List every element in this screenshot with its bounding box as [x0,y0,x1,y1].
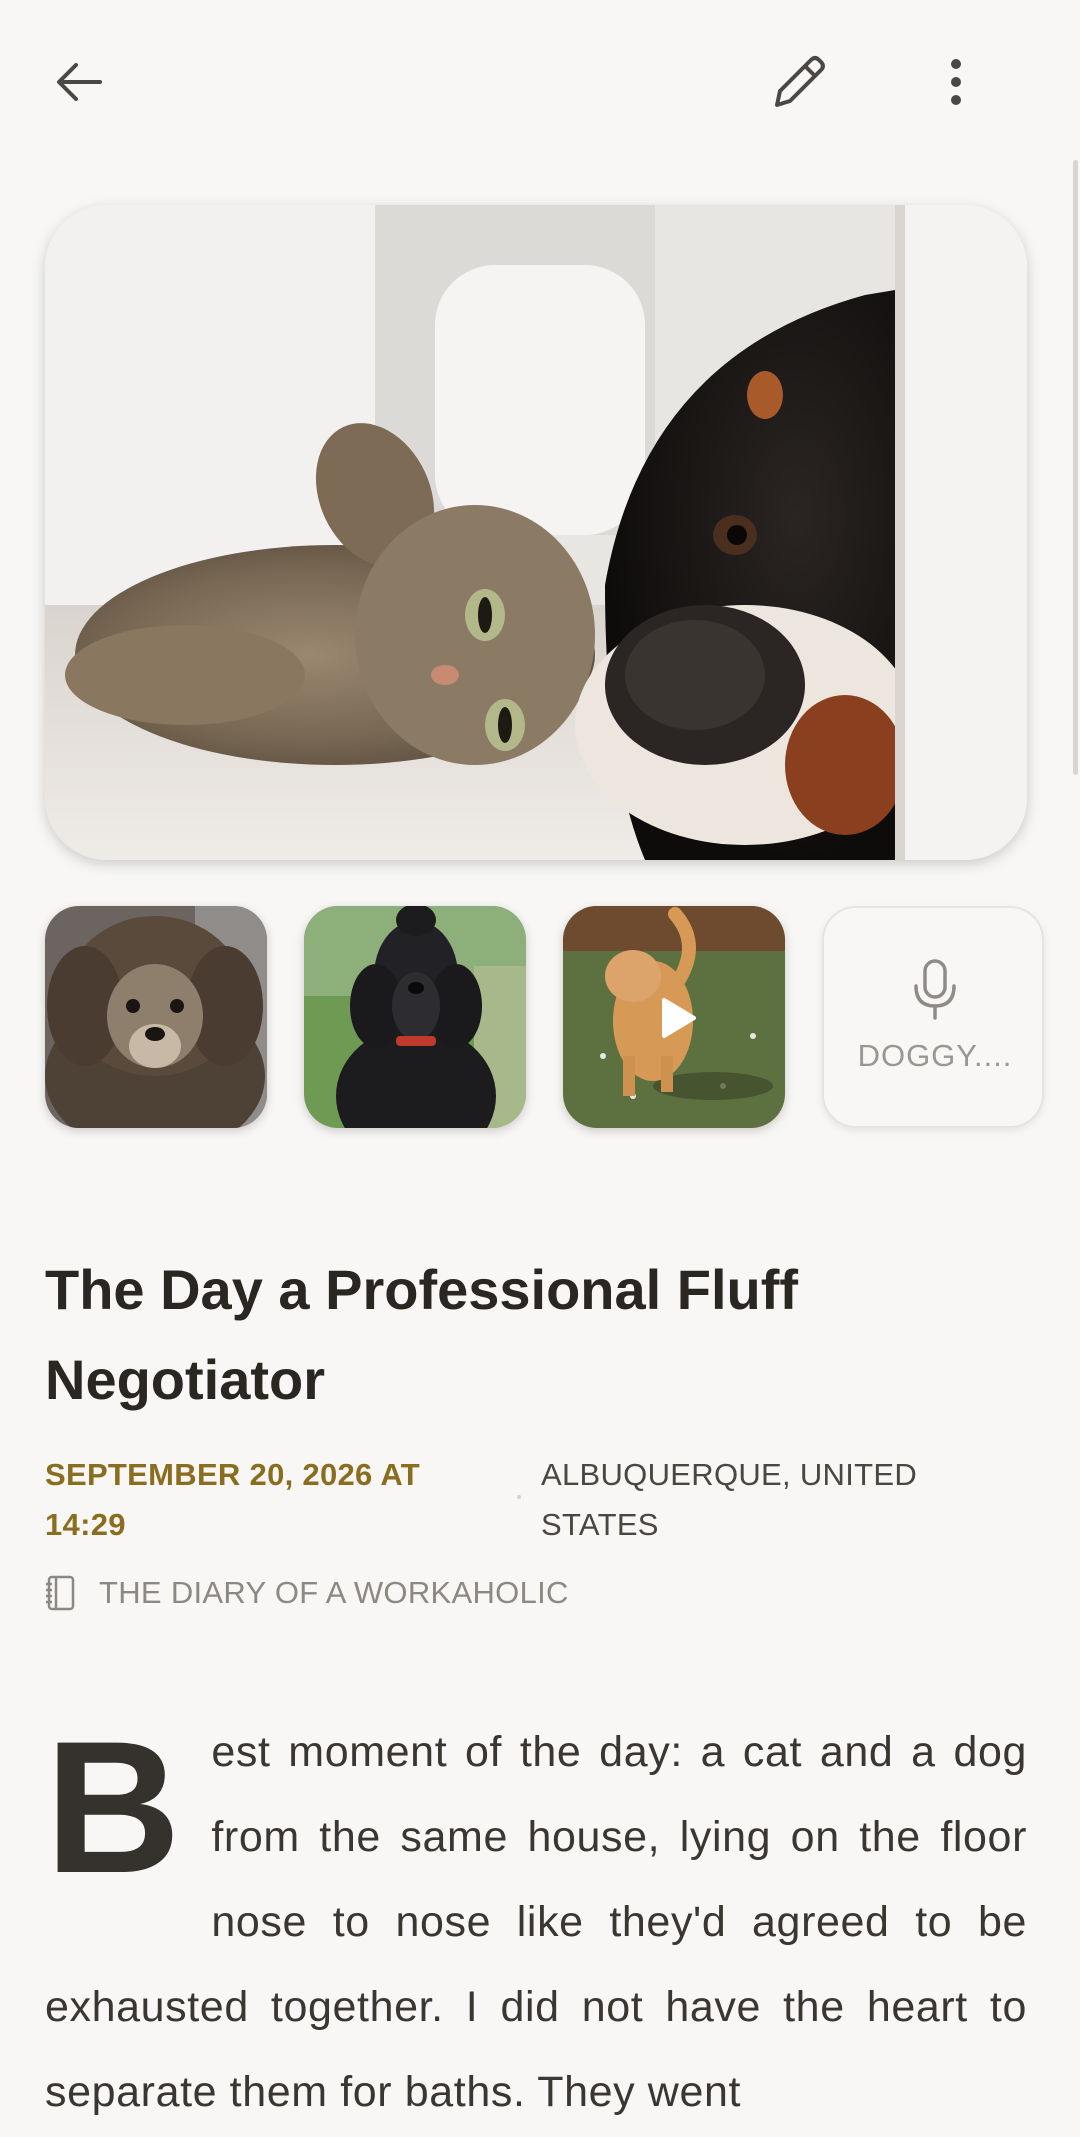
entry-body-text: est moment of the day: a cat and a dog f… [45,1728,1027,2116]
meta-separator [517,1495,521,1499]
drop-cap: B [45,1702,182,1912]
top-app-bar [0,0,1080,160]
entry-date[interactable]: SEPTEMBER 20, 2026 AT 14:29 [45,1450,465,1550]
journal-entry-screen: DOGGY.... The Day a Professional Fluff N… [0,0,1080,2137]
edit-button[interactable] [760,44,836,120]
more-options-button[interactable] [918,44,994,120]
thumbnail-black-poodle[interactable] [304,906,526,1128]
audio-recording-label: DOGGY.... [857,1038,1013,1073]
play-icon [662,998,696,1038]
audio-recording-tile[interactable]: DOGGY.... [822,906,1044,1128]
entry-location[interactable]: ALBUQUERQUE, UNITED STATES [541,1450,1021,1550]
back-button[interactable] [42,44,118,120]
journal-link[interactable]: THE DIARY OF A WORKAHOLIC [45,1575,569,1611]
hero-photo[interactable] [45,205,1027,860]
entry-body[interactable]: Best moment of the day: a cat and a dog … [45,1710,1027,2135]
entry-title[interactable]: The Day a Professional Fluff Negotiator [45,1245,1005,1425]
scrollbar[interactable] [1073,160,1078,775]
pencil-icon [775,56,825,107]
more-vertical-icon [951,59,961,105]
thumbnail-orange-cat-video[interactable] [563,906,785,1128]
notebook-icon [46,1575,75,1611]
back-arrow-icon [57,63,102,101]
thumbnail-brown-poodle[interactable] [45,906,267,1128]
journal-name: THE DIARY OF A WORKAHOLIC [99,1575,569,1610]
microphone-icon [914,959,956,1020]
